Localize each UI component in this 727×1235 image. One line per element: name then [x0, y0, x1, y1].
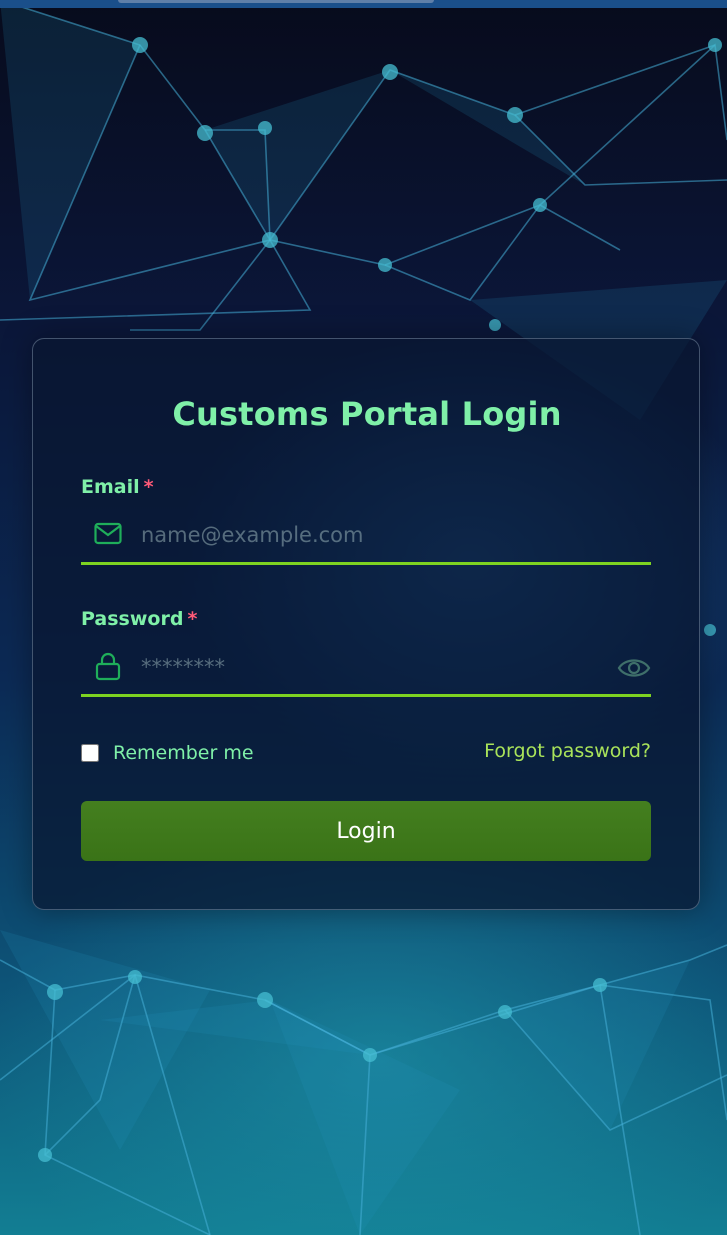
email-required-marker: *	[143, 476, 154, 498]
email-label-text: Email	[81, 476, 140, 498]
email-field	[81, 509, 651, 565]
login-card: Customs Portal Login Email* Password* Re…	[32, 338, 700, 910]
top-bar-handle	[118, 0, 434, 3]
password-label-text: Password	[81, 608, 184, 630]
email-input[interactable]	[141, 515, 591, 555]
remember-me-checkbox[interactable]	[81, 744, 99, 762]
password-required-marker: *	[187, 608, 198, 630]
password-label: Password *	[81, 608, 197, 630]
remember-me[interactable]: Remember me	[81, 739, 254, 767]
login-button[interactable]: Login	[81, 801, 651, 861]
top-bar	[0, 0, 727, 8]
eye-icon[interactable]	[617, 653, 651, 683]
lock-icon	[95, 652, 121, 681]
password-input[interactable]	[141, 647, 591, 687]
email-label: Email *	[81, 476, 154, 498]
envelope-icon	[94, 522, 122, 545]
page-title: Customs Portal Login	[172, 395, 562, 433]
remember-me-label: Remember me	[113, 742, 254, 764]
password-field	[81, 641, 651, 697]
forgot-password-link[interactable]: Forgot password?	[484, 740, 651, 762]
